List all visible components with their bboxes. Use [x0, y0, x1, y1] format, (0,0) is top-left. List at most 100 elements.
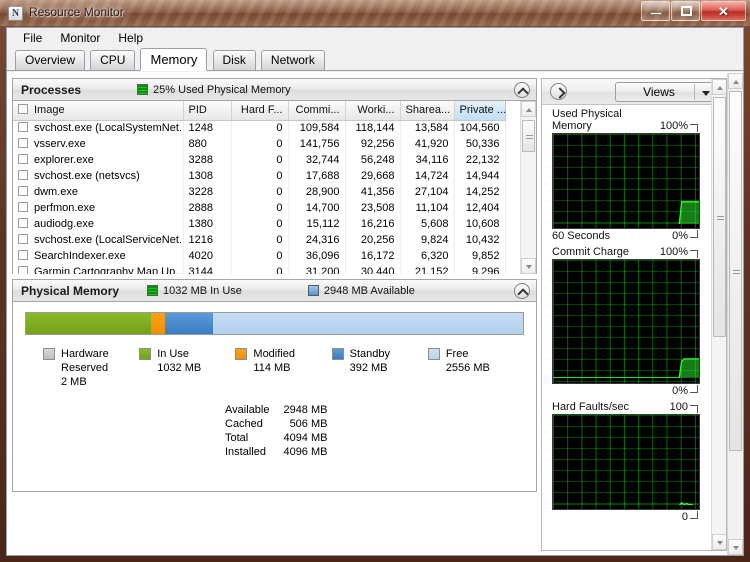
table-row[interactable]: svchost.exe (LocalSystemNet... 1248 0 109,5…: [13, 120, 506, 136]
processes-panel-header[interactable]: Processes 25% Used Physical Memory: [13, 79, 536, 101]
views-label: Views: [643, 85, 675, 99]
table-row[interactable]: perfmon.exe 2888 0 14,700 23,508 11,104 12,404: [13, 200, 506, 216]
cell-commit: 141,756: [288, 136, 346, 152]
table-row[interactable]: audiodg.exe 1380 0 15,112 16,216 5,608 10,608: [13, 216, 506, 232]
select-all-checkbox[interactable]: [18, 104, 28, 115]
cell-shareable: 27,104: [400, 184, 455, 200]
cell-commit: 28,900: [288, 184, 346, 200]
content-scroll-up-icon[interactable]: [728, 73, 743, 89]
row-checkbox[interactable]: [18, 154, 28, 164]
menu-monitor[interactable]: Monitor: [51, 29, 109, 47]
table-row[interactable]: explorer.exe 3288 0 32,744 56,248 34,116 22,13…: [13, 152, 506, 168]
cell-working-set: 30,440: [345, 264, 401, 274]
physical-memory-panel-header[interactable]: Physical Memory 1032 MB In Use 2948 MB A…: [13, 280, 536, 302]
cell-private: 10,608: [454, 216, 506, 232]
memory-segment-free: [213, 313, 523, 334]
cell-pid: 2888: [183, 200, 232, 216]
maximize-button[interactable]: [671, 1, 700, 21]
memory-legend: Hardware Reserved 2 MB In Use 1032 MB Modifie…: [25, 347, 524, 389]
legend-value: 1032 MB: [157, 362, 202, 374]
row-checkbox[interactable]: [18, 202, 28, 212]
graphs-list: Used Physical Memory 100% 60 Seconds 0% Comm…: [542, 105, 710, 550]
summary-key: Installed: [225, 445, 266, 458]
content-scrollbar-thumb[interactable]: [729, 91, 742, 451]
column-header-hard-faults[interactable]: Hard F...: [231, 101, 289, 121]
cell-pid: 3228: [183, 184, 232, 200]
views-separator: [694, 84, 695, 100]
tab-disk[interactable]: Disk: [212, 50, 256, 71]
views-button[interactable]: Views: [615, 82, 717, 102]
table-row[interactable]: dwm.exe 3228 0 28,900 41,356 27,104 14,252: [13, 184, 506, 200]
column-header-image[interactable]: Image: [13, 101, 184, 121]
title-bar[interactable]: N Resource Monitor ✕: [0, 0, 750, 27]
legend-item: Standby 392 MB: [331, 347, 428, 389]
memory-segment-modified: [151, 313, 166, 334]
row-checkbox[interactable]: [18, 234, 28, 244]
column-header-private[interactable]: Private ...: [454, 101, 506, 121]
graphs-toolbar: Views: [542, 79, 726, 105]
menu-help[interactable]: Help: [109, 29, 152, 47]
processes-scrollbar[interactable]: [520, 101, 536, 274]
cell-private: 14,252: [454, 184, 506, 200]
chevron-up-icon[interactable]: [514, 82, 530, 98]
summary-value: 506 MB: [289, 417, 328, 430]
table-row[interactable]: svchost.exe (LocalServiceNet... 1216 0 24,3…: [13, 232, 506, 248]
menu-file[interactable]: File: [14, 29, 51, 47]
legend-label: Standby: [349, 348, 390, 360]
minimize-button[interactable]: [641, 1, 670, 21]
column-header-commit[interactable]: Commi...: [288, 101, 346, 121]
row-checkbox[interactable]: [18, 170, 28, 180]
tab-network[interactable]: Network: [260, 50, 325, 71]
cell-pid: 3144: [183, 264, 232, 274]
chevron-down-icon[interactable]: [702, 91, 710, 96]
cell-hard-faults: 0: [231, 216, 289, 232]
cell-shareable: 13,584: [400, 120, 455, 136]
cell-commit: 32,744: [288, 152, 346, 168]
window-title: Resource Monitor: [29, 5, 124, 19]
column-header-shareable[interactable]: Sharea...: [400, 101, 455, 121]
scroll-up-arrow-icon[interactable]: [521, 101, 536, 117]
row-checkbox[interactable]: [18, 250, 28, 260]
tab-memory[interactable]: Memory: [140, 48, 208, 71]
close-button[interactable]: ✕: [701, 1, 746, 21]
row-checkbox[interactable]: [18, 122, 28, 133]
scroll-down-arrow-icon[interactable]: [521, 258, 536, 274]
cell-hard-faults: 0: [231, 152, 289, 168]
cell-image: dwm.exe: [13, 184, 184, 200]
graphs-scroll-up-icon[interactable]: [712, 79, 726, 95]
graphs-scroll-down-icon[interactable]: [712, 534, 726, 550]
content-scrollbar[interactable]: [727, 73, 743, 555]
tab-cpu[interactable]: CPU: [90, 50, 136, 71]
legend-swatch-icon: [427, 348, 440, 360]
graphs-scrollbar[interactable]: [711, 79, 726, 550]
tab-overview[interactable]: Overview: [15, 50, 86, 71]
graphs-scrollbar-thumb[interactable]: [713, 97, 726, 337]
chevron-right-icon[interactable]: [550, 83, 567, 100]
graph-max-label: 100%: [660, 120, 700, 132]
row-checkbox[interactable]: [18, 186, 28, 196]
table-row[interactable]: Garmin Cartography Map Up... 3144 0 31,200 3…: [13, 264, 506, 274]
graph-plot-area: [552, 414, 700, 510]
summary-value: 2948 MB: [283, 403, 328, 416]
graph-min-label: 0: [682, 511, 700, 523]
column-header-working-set[interactable]: Worki...: [345, 101, 401, 121]
cell-shareable: 21,152: [400, 264, 455, 274]
row-checkbox[interactable]: [18, 138, 28, 148]
table-row[interactable]: vsserv.exe 880 0 141,756 92,256 41,920 50,336: [13, 136, 506, 152]
used-physical-memory-status: 25% Used Physical Memory: [137, 84, 291, 96]
table-row[interactable]: svchost.exe (netsvcs) 1308 0 17,688 29,668 14…: [13, 168, 506, 184]
processes-title: Processes: [21, 82, 82, 97]
column-header-pid[interactable]: PID: [183, 101, 232, 121]
table-row[interactable]: SearchIndexer.exe 4020 0 36,096 16,172 6,320 9…: [13, 248, 506, 264]
summary-key: Available: [225, 403, 270, 416]
chevron-up-icon[interactable]: [514, 283, 530, 299]
used-physical-memory-text: 25% Used Physical Memory: [153, 83, 291, 96]
row-checkbox[interactable]: [18, 218, 28, 228]
graph-footer: 60 Seconds 0%: [552, 229, 700, 243]
scrollbar-thumb[interactable]: [522, 120, 535, 152]
cell-hard-faults: 0: [231, 184, 289, 200]
cell-pid: 880: [183, 136, 232, 152]
content-scroll-down-icon[interactable]: [728, 539, 743, 555]
row-checkbox[interactable]: [18, 266, 28, 274]
graph-title: Hard Faults/sec: [552, 401, 630, 413]
